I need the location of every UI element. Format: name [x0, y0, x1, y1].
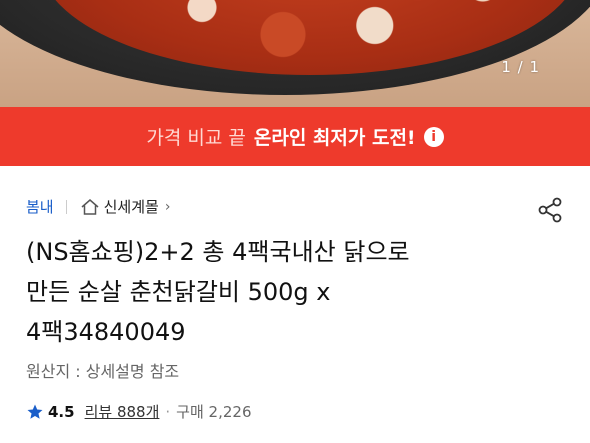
title-line: 4팩34840049 [26, 318, 186, 346]
chevron-right-icon: › [164, 198, 171, 215]
product-title: (NS홈쇼핑)2+2 총 4팩국내산 닭으로 만든 순살 춘천닭갈비 500g … [26, 232, 526, 352]
store-link[interactable]: 신세계몰 [104, 196, 159, 217]
title-line: (NS홈쇼핑)2+2 총 4팩국내산 닭으로 [26, 238, 410, 266]
rating-score: 4.5 [48, 402, 75, 421]
image-counter: 1 / 1 [501, 58, 540, 76]
separator-dot: · [165, 402, 171, 421]
breadcrumb-divider [65, 199, 67, 214]
product-image[interactable]: 1 / 1 [0, 0, 590, 107]
promo-banner[interactable]: 가격 비교 끝 온라인 최저가 도전! i [0, 107, 590, 166]
home-icon [81, 198, 99, 215]
breadcrumb: 봄내 신세계몰 › [26, 196, 170, 217]
sales-count: 구매 2,226 [176, 403, 252, 421]
title-line: 만든 순살 춘천닭갈비 500g x [26, 278, 331, 306]
promo-highlight: 온라인 최저가 도전! [253, 127, 416, 149]
share-icon[interactable] [536, 196, 564, 224]
category-link[interactable]: 봄내 [26, 196, 54, 217]
star-icon [27, 404, 43, 419]
reviews-link[interactable]: 리뷰 888개 [85, 401, 160, 422]
info-icon[interactable]: i [423, 126, 444, 147]
promo-prefix: 가격 비교 끝 [146, 127, 246, 149]
rating-row: 4.5 리뷰 888개 · 구매 2,226 [26, 401, 251, 422]
origin-info: 원산지 : 상세설명 참조 [26, 362, 180, 381]
